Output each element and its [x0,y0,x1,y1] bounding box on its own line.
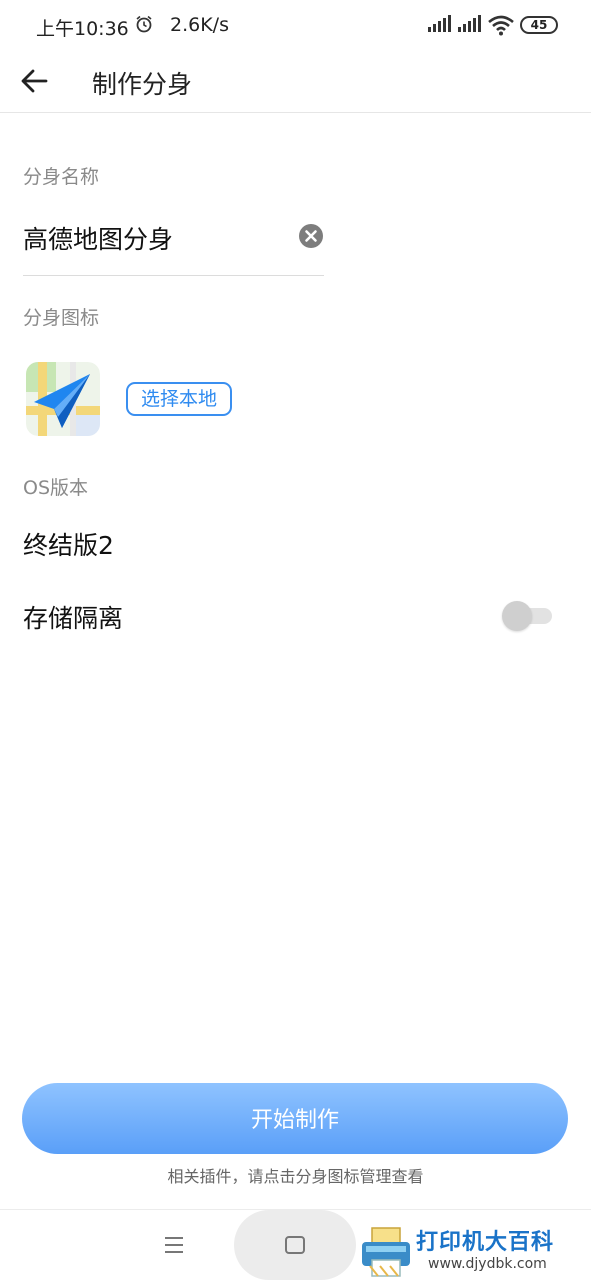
choose-local-button[interactable]: 选择本地 [126,382,232,416]
os-version-label: OS版本 [23,477,89,499]
signal-icon [428,15,451,32]
alarm-icon [136,15,152,33]
arrow-left-icon[interactable] [18,64,52,98]
storage-isolation-label: 存储隔离 [23,604,124,633]
menu-icon[interactable] [163,1235,185,1255]
watermark-text: 打印机大百科 [416,1230,555,1255]
status-time: 上午10:36 [36,18,129,40]
clone-icon-label: 分身图标 [23,307,100,329]
watermark: 打印机大百科 www.djydbk.com [360,1222,588,1280]
network-speed: 2.6K/s [170,14,229,36]
app-bar: 制作分身 [0,52,591,113]
clone-name-input[interactable]: 高德地图分身 [23,220,173,256]
toggle-knob [502,601,532,631]
start-create-button[interactable]: 开始制作 [22,1083,568,1154]
watermark-url: www.djydbk.com [428,1256,547,1272]
plugin-hint-text: 相关插件，请点击分身图标管理查看 [167,1167,424,1186]
battery-icon: 45 [520,16,558,34]
clear-icon[interactable] [298,223,324,249]
home-icon [285,1236,305,1254]
storage-isolation-toggle[interactable] [502,601,552,631]
printer-icon [362,1227,410,1277]
clone-name-label: 分身名称 [23,166,100,188]
name-field-underline [23,275,324,276]
page-title: 制作分身 [92,70,193,99]
wifi-icon [488,15,514,36]
amap-app-icon[interactable] [26,362,100,436]
os-version-value[interactable]: 终结版2 [23,526,114,562]
status-bar: 上午10:36 2.6K/s 45 [0,0,591,52]
signal-icon [458,15,481,32]
